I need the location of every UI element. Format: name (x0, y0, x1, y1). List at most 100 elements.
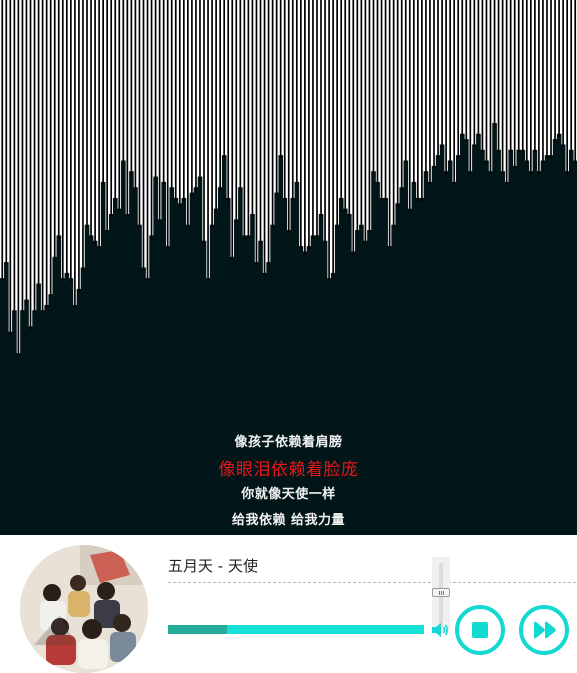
spectrum-stripe (195, 0, 197, 191)
stop-icon (472, 622, 488, 638)
spectrum-stripe (187, 0, 189, 228)
spectrum-stripe (231, 0, 234, 260)
lyrics-panel: 像孩子依赖着肩膀 像眼泪依赖着脸庞 你就像天使一样 给我依赖 给我力量 (0, 425, 577, 535)
spectrum-stripe (481, 0, 484, 153)
title-divider (168, 582, 576, 583)
spectrum-stripe (308, 0, 310, 250)
spectrum-stripe (437, 0, 439, 159)
spectrum-stripe (134, 0, 137, 191)
spectrum-stripe (74, 0, 76, 308)
spectrum-stripe (542, 0, 544, 164)
spectrum-stripe (295, 0, 298, 185)
spectrum-stripe (227, 0, 230, 201)
spectrum-stripe (82, 0, 84, 271)
spectrum-stripe (400, 0, 403, 191)
spectrum-stripe (425, 0, 427, 175)
spectrum-stripe (255, 0, 258, 266)
spectrum-stripe (538, 0, 540, 175)
spectrum-stripe (65, 0, 68, 276)
spectrum-stripe (21, 0, 24, 314)
spectrum-stripe (110, 0, 113, 217)
spectrum-stripe (49, 0, 52, 298)
spectrum-stripe (513, 0, 516, 169)
spectrum-stripe (70, 0, 72, 282)
spectrum-stripe (166, 0, 169, 250)
spectrum-stripe (477, 0, 480, 137)
spectrum-stripe (517, 0, 520, 153)
speaker-icon[interactable] (430, 620, 450, 640)
spectrum-stripe (122, 0, 125, 164)
spectrum-stripe (219, 0, 221, 191)
spectrum-stripe (441, 0, 443, 148)
spectrum-stripe (433, 0, 435, 169)
spectrum-stripe (283, 0, 286, 201)
spectrum-stripe (336, 0, 338, 228)
spectrum-stripe (174, 0, 177, 201)
spectrum-stripe (275, 0, 278, 196)
spectrum-stripe (211, 0, 213, 228)
spectrum-stripe (259, 0, 262, 244)
spectrum-stripe (300, 0, 302, 250)
spectrum-stripe (332, 0, 334, 276)
spectrum-stripe (384, 0, 387, 201)
spectrum-stripe (364, 0, 367, 244)
spectrum-stripe (146, 0, 149, 282)
spectrum-stripe (17, 0, 20, 357)
volume-thumb[interactable] (432, 587, 450, 597)
spectrum-stripe (356, 0, 359, 234)
spectrum-stripe (550, 0, 552, 159)
spectrum-stripe (344, 0, 347, 212)
spectrum-stripe (392, 0, 395, 228)
spectrum-stripe (118, 0, 121, 212)
spectrum-stripe (493, 0, 496, 127)
spectrum-stripe (376, 0, 379, 185)
spectrum-stripe (287, 0, 290, 234)
spectrum-stripe (291, 0, 294, 201)
spectrum-stripe (33, 0, 36, 314)
spectrum-stripe (340, 0, 343, 201)
spectrum-stripe (235, 0, 238, 223)
spectrum-stripe (574, 0, 577, 164)
spectrum-stripe (170, 0, 173, 191)
spectrum-stripe (380, 0, 383, 201)
spectrum-stripe (243, 0, 246, 239)
stop-button[interactable] (455, 605, 505, 655)
spectrum-stripe (352, 0, 355, 255)
spectrum-stripe (41, 0, 44, 314)
spectrum-stripe (529, 0, 532, 175)
spectrum-stripe (162, 0, 165, 185)
spectrum-stripe (223, 0, 226, 159)
spectrum-stripe (534, 0, 536, 153)
progress-bar[interactable] (168, 625, 424, 634)
spectrum-stripe (263, 0, 266, 276)
spectrum-stripe (207, 0, 209, 282)
spectrum-stripe (61, 0, 64, 282)
lyric-line-previous: 像孩子依赖着肩膀 (234, 435, 343, 450)
spectrum-stripe (158, 0, 161, 223)
spectrum-stripe (142, 0, 145, 271)
spectrum-stripe (404, 0, 407, 164)
fast-forward-icon (534, 621, 556, 639)
spectrum-stripe (182, 0, 185, 201)
spectrum-stripe (90, 0, 92, 239)
spectrum-stripe (150, 0, 153, 239)
spectrum-stripe (558, 0, 560, 137)
album-cover (20, 545, 148, 673)
spectrum-stripe (320, 0, 322, 217)
spectrum-stripe (203, 0, 205, 244)
spectrum-stripe (5, 0, 8, 266)
spectrum-stripe (570, 0, 573, 153)
spectrum-stripe (546, 0, 548, 159)
spectrum-stripe (457, 0, 460, 159)
spectrum-stripe (178, 0, 181, 207)
spectrum-stripe (368, 0, 371, 234)
spectrum-stripe (94, 0, 96, 244)
spectrum-stripe (114, 0, 117, 201)
spectrum-stripe (247, 0, 250, 239)
spectrum-stripe (25, 0, 28, 303)
spectrum-stripe (408, 0, 411, 212)
next-button[interactable] (519, 605, 569, 655)
spectrum-stripe (421, 0, 423, 201)
spectrum-stripe (566, 0, 568, 175)
spectrum-stripe (29, 0, 32, 330)
